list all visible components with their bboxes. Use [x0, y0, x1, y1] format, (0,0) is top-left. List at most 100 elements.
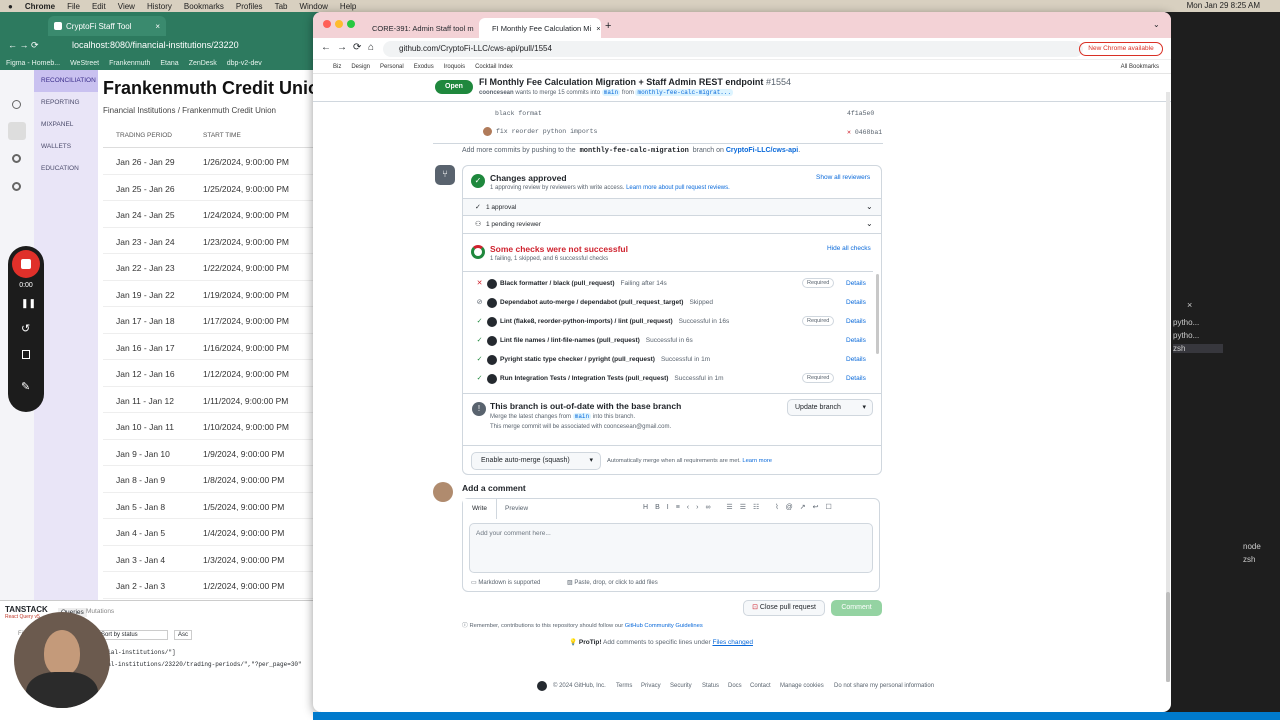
details-link[interactable]: Details — [846, 280, 866, 287]
details-link[interactable]: Details — [846, 375, 866, 382]
base-branch[interactable]: main — [601, 89, 621, 96]
table-row[interactable]: Jan 3 - Jan 4 1/3/2024, 9:00:00 PM — [103, 546, 320, 572]
bank-icon[interactable] — [8, 122, 26, 140]
github-logo-icon[interactable] — [537, 681, 547, 691]
caret-down-icon[interactable]: ▾ — [589, 453, 593, 469]
trash-icon[interactable] — [22, 350, 30, 359]
commit-item[interactable]: fix reorder python imports — [496, 128, 597, 135]
footer-link[interactable]: Status — [702, 683, 719, 689]
menubar-clock[interactable]: Mon Jan 29 8:25 AM — [1187, 1, 1260, 10]
pause-icon[interactable]: ❚❚ — [21, 298, 36, 309]
stop-record-button[interactable] — [12, 250, 40, 278]
comment-button[interactable]: Comment — [831, 600, 882, 616]
automerge-learn-link[interactable]: Learn more — [742, 458, 772, 464]
menu-tab[interactable]: Tab — [275, 2, 288, 11]
head-branch[interactable]: monthly-fee-calc-migrat... — [635, 89, 734, 96]
nav-wallets[interactable]: WALLETS — [34, 136, 98, 158]
terminal-item[interactable]: node — [1243, 542, 1261, 551]
table-row[interactable]: Jan 25 - Jan 26 1/25/2024, 9:00:00 PM — [103, 175, 320, 201]
table-row[interactable]: Jan 22 - Jan 23 1/22/2024, 9:00:00 PM — [103, 254, 320, 281]
checks-scrollbar[interactable] — [876, 274, 879, 354]
tab-write[interactable]: Write — [463, 499, 497, 519]
reference-icon[interactable]: ↗ — [800, 504, 813, 511]
back-bookmark[interactable]: Frankenmuth — [109, 60, 150, 67]
menu-file[interactable]: File — [67, 2, 80, 11]
page-scrollbar[interactable] — [1166, 92, 1170, 682]
commit-item[interactable]: black format — [495, 110, 542, 117]
apple-icon[interactable]: ● — [8, 2, 13, 11]
show-all-reviewers-link[interactable]: Show all reviewers — [816, 174, 870, 181]
terminal-item[interactable]: pytho... — [1173, 318, 1199, 327]
menu-profiles[interactable]: Profiles — [236, 2, 263, 11]
zoom-window-button[interactable] — [347, 20, 355, 28]
repo-link[interactable]: CryptoFi-LLC/cws-api — [726, 147, 798, 154]
back-bookmark[interactable]: Figma - Homeb... — [6, 60, 60, 67]
check-row[interactable]: ✓ Run Integration Tests / Integration Tes… — [463, 369, 873, 388]
table-row[interactable]: Jan 26 - Jan 29 1/26/2024, 9:00:00 PM — [103, 148, 320, 175]
pen-icon[interactable]: ✎ — [21, 380, 30, 393]
rq-query-row[interactable]: cial-institutions/23220/trading-periods/… — [100, 661, 302, 668]
url-input[interactable]: github.com/CryptoFi-LLC/cws-api/pull/155… — [383, 41, 1083, 57]
commit-sha[interactable]: ✕ 0468ba1 — [847, 128, 882, 136]
settings-icon[interactable] — [12, 154, 21, 163]
learn-reviews-link[interactable]: Learn more about pull request reviews. — [626, 185, 730, 191]
details-link[interactable]: Details — [846, 356, 866, 363]
rq-asc-button[interactable]: Asc — [174, 630, 193, 640]
footer-link[interactable]: Security — [670, 683, 692, 689]
check-row[interactable]: ✓ Lint file names / lint-file-names (pull… — [463, 331, 873, 350]
all-bookmarks[interactable]: All Bookmarks — [1121, 64, 1159, 70]
tab-mutations[interactable]: Mutations — [86, 608, 114, 615]
rq-sort-select[interactable]: Sort by status — [98, 630, 168, 640]
quote-icon[interactable]: ≡ — [676, 504, 687, 511]
table-row[interactable]: Jan 9 - Jan 10 1/9/2024, 9:00:00 PM — [103, 440, 320, 466]
commit-sha[interactable]: 4f1a5e0 — [847, 110, 874, 117]
chevron-down-icon[interactable]: ⌄ — [866, 219, 873, 228]
bookmark-folder[interactable]: Iroquois — [444, 64, 465, 70]
new-chrome-button[interactable]: New Chrome available — [1079, 42, 1163, 56]
menu-help[interactable]: Help — [340, 2, 356, 11]
col-trading-period[interactable]: TRADING PERIOD — [116, 132, 172, 139]
bookmark-folder[interactable]: Design — [351, 64, 370, 70]
mention-icon[interactable]: @ — [786, 504, 800, 511]
menu-chrome[interactable]: Chrome — [25, 2, 55, 11]
back-bookmark[interactable]: WeStreet — [70, 60, 99, 67]
files-changed-link[interactable]: Files changed — [712, 639, 752, 646]
back-nav-icon[interactable]: ← → ⟳ — [8, 40, 39, 51]
tab-pr-1554[interactable]: FI Monthly Fee Calculation Mi × — [479, 18, 601, 38]
footer-link[interactable]: Manage cookies — [780, 683, 824, 689]
forward-icon[interactable]: → — [337, 42, 347, 53]
table-row[interactable]: Jan 12 - Jan 16 1/12/2024, 9:00:00 PM — [103, 360, 320, 387]
nav-education[interactable]: EDUCATION — [34, 158, 98, 180]
table-row[interactable]: Jan 10 - Jan 11 1/10/2024, 9:00:00 PM — [103, 413, 320, 440]
nav-mixpanel[interactable]: MIXPANEL — [34, 114, 98, 136]
terminal-item[interactable]: pytho... — [1173, 331, 1199, 340]
attach-files[interactable]: ▨ Paste, drop, or click to add files — [567, 579, 658, 586]
footer-link[interactable]: Terms — [616, 683, 632, 689]
close-icon[interactable]: × — [596, 24, 600, 33]
table-row[interactable]: Jan 17 - Jan 18 1/17/2024, 9:00:00 PM — [103, 307, 320, 334]
bookmark-folder[interactable]: Biz — [333, 64, 341, 70]
check-row[interactable]: ⊘ Dependabot auto-merge / dependabot (pul… — [463, 293, 873, 312]
table-row[interactable]: Jan 4 - Jan 5 1/4/2024, 9:00:00 PM — [103, 519, 320, 546]
enable-automerge-button[interactable]: Enable auto-merge (squash) ▾ — [471, 452, 601, 470]
table-row[interactable]: Jan 8 - Jan 9 1/8/2024, 9:00:00 PM — [103, 466, 320, 493]
back-tab[interactable]: CryptoFi Staff Tool × — [48, 16, 166, 36]
tab-search-icon[interactable]: ⌄ — [1153, 20, 1160, 29]
close-pr-button[interactable]: ⊡ Close pull request — [743, 600, 825, 616]
table-row[interactable]: Jan 5 - Jan 8 1/5/2024, 9:00:00 PM — [103, 493, 320, 519]
ordered-list-icon[interactable]: ☰ — [726, 504, 739, 511]
details-link[interactable]: Details — [846, 318, 866, 325]
table-row[interactable]: Jan 24 - Jan 25 1/24/2024, 9:00:00 PM — [103, 201, 320, 228]
tasklist-icon[interactable]: ☷ — [753, 504, 766, 511]
attach-icon[interactable]: ⌇ — [775, 504, 785, 511]
footer-link[interactable]: Docs — [728, 683, 742, 689]
guidelines-link[interactable]: GitHub Community Guidelines — [625, 623, 703, 629]
nav-reporting[interactable]: REPORTING — [34, 92, 98, 114]
italic-icon[interactable]: I — [667, 504, 676, 511]
footer-link[interactable]: Do not share my personal information — [834, 683, 934, 689]
hide-all-checks-link[interactable]: Hide all checks — [827, 245, 871, 252]
bookmark-folder[interactable]: Exodus — [414, 64, 434, 70]
breadcrumb[interactable]: Financial Institutions / Frankenmuth Cre… — [103, 106, 276, 115]
saved-replies-icon[interactable]: ☐ — [825, 504, 838, 511]
restart-icon[interactable]: ↺ — [21, 322, 30, 335]
